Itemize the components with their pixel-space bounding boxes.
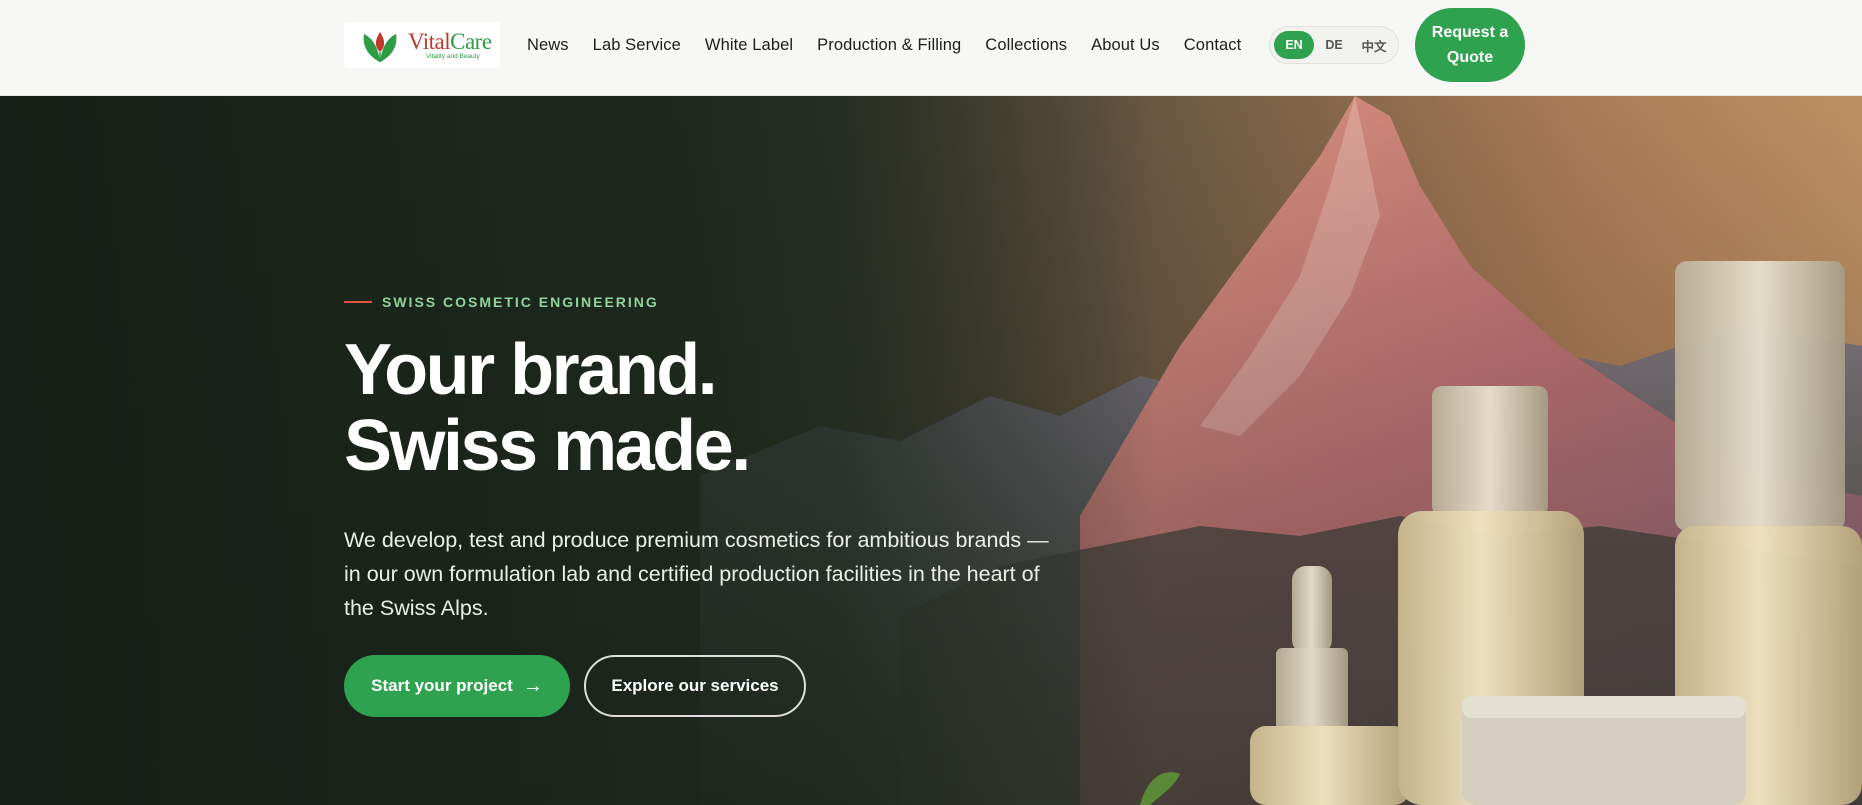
nav-item-collections[interactable]: Collections — [985, 36, 1067, 55]
hero-background-image — [0, 96, 1862, 805]
eyebrow-text: SWISS COSMETIC ENGINEERING — [382, 294, 659, 310]
start-project-label: Start your project — [371, 676, 513, 695]
logo-tagline: Vitality and Beauty — [426, 52, 480, 60]
explore-services-button[interactable]: Explore our services — [584, 655, 806, 717]
logo-name-vital: Vital — [408, 28, 451, 54]
logo-name: VitalCare — [408, 30, 492, 53]
language-option-de[interactable]: DE — [1314, 31, 1354, 59]
nav-item-white-label[interactable]: White Label — [705, 36, 793, 55]
nav-item-production-filling[interactable]: Production & Filling — [817, 36, 961, 55]
logo-wordmark: VitalCare Vitality and Beauty — [408, 30, 492, 61]
language-switcher: EN DE 中文 — [1269, 26, 1399, 64]
language-option-en[interactable]: EN — [1274, 31, 1314, 59]
leaf-drop-icon — [363, 32, 397, 62]
request-quote-button[interactable]: Request a Quote — [1415, 8, 1525, 82]
nav-item-about-us[interactable]: About Us — [1091, 36, 1160, 55]
hero-lead-text: We develop, test and produce premium cos… — [344, 528, 1049, 620]
brand-logo[interactable]: VitalCare Vitality and Beauty — [344, 22, 500, 68]
site-header: VitalCare Vitality and Beauty News Lab S… — [0, 0, 1862, 96]
hero-headline-line-2: Swiss made. — [344, 406, 751, 486]
nav-item-lab-service[interactable]: Lab Service — [593, 36, 681, 55]
arrow-right-icon: → — [522, 674, 543, 697]
hero-eyebrow: SWISS COSMETIC ENGINEERING — [344, 294, 659, 310]
nav-item-news[interactable]: News — [527, 36, 569, 55]
main-nav: News Lab Service White Label Production … — [527, 28, 1241, 62]
hero-headline: Your brand. Swiss made. — [344, 330, 751, 486]
eyebrow-accent-line — [344, 301, 372, 303]
nav-item-contact[interactable]: Contact — [1184, 36, 1242, 55]
language-option-zh[interactable]: 中文 — [1354, 31, 1394, 59]
logo-name-care: Care — [450, 28, 492, 54]
hero-section: SWISS COSMETIC ENGINEERING Your brand. S… — [0, 96, 1862, 805]
hero-headline-line-1: Your brand. — [344, 330, 718, 410]
start-project-button[interactable]: Start your project → — [344, 655, 570, 717]
